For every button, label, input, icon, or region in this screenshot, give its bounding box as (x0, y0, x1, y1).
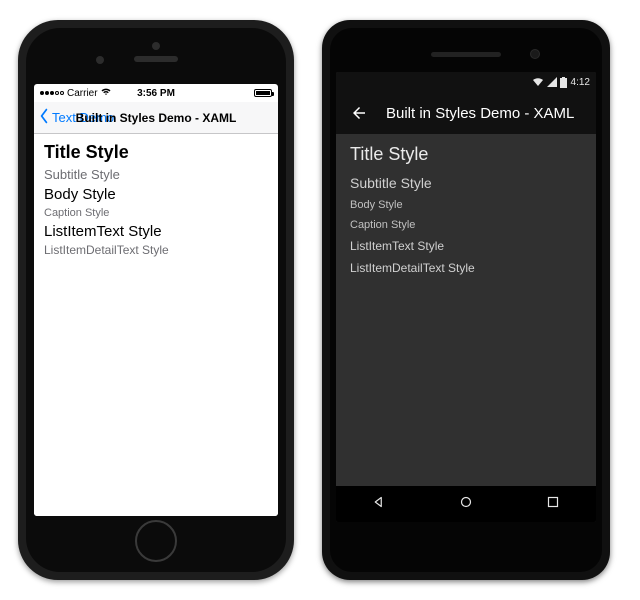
label-title-style: Title Style (44, 142, 268, 163)
android-content-area[interactable]: Title Style Subtitle Style Body Style Ca… (336, 134, 596, 486)
android-speaker-icon (431, 52, 501, 57)
iphone-speaker-icon (134, 56, 178, 62)
ios-status-right (254, 89, 272, 97)
label-subtitle-style: Subtitle Style (44, 167, 268, 182)
iphone-camera-icon (96, 56, 104, 64)
label-body-style: Body Style (44, 186, 268, 203)
android-status-bar: 4:12 (336, 72, 596, 92)
android-bezel: 4:12 Built in Styles Demo - XAML Title S… (330, 28, 602, 572)
label-title-style: Title Style (350, 144, 582, 165)
iphone-sensor-icon (152, 42, 160, 50)
label-subtitle-style: Subtitle Style (350, 175, 582, 191)
ios-status-left: Carrier (40, 88, 111, 99)
nav-recent-button[interactable] (544, 493, 562, 516)
carrier-label: Carrier (67, 88, 98, 99)
back-button[interactable] (350, 104, 368, 122)
android-app-bar: Built in Styles Demo - XAML (336, 92, 596, 134)
android-screen: 4:12 Built in Styles Demo - XAML Title S… (336, 72, 596, 522)
iphone-device-frame: Carrier 3:56 PM Text (18, 20, 294, 580)
label-body-style: Body Style (350, 199, 582, 211)
android-nav-bar (336, 486, 596, 522)
label-caption-style: Caption Style (44, 207, 268, 219)
wifi-icon (101, 88, 111, 99)
signal-icon (547, 77, 557, 87)
ios-content-area[interactable]: Title Style Subtitle Style Body Style Ca… (34, 134, 278, 516)
nav-home-button[interactable] (457, 493, 475, 516)
android-camera-icon (530, 49, 540, 59)
wifi-icon (532, 77, 544, 87)
ios-status-bar: Carrier 3:56 PM (34, 84, 278, 102)
ios-clock: 3:56 PM (137, 88, 175, 99)
iphone-bezel: Carrier 3:56 PM Text (26, 28, 286, 572)
android-device-frame: 4:12 Built in Styles Demo - XAML Title S… (322, 20, 610, 580)
battery-icon (560, 77, 567, 88)
label-listitemdetailtext-style: ListItemDetailText Style (350, 261, 582, 275)
home-button[interactable] (135, 520, 177, 562)
signal-dots-icon (40, 91, 64, 95)
android-clock: 4:12 (571, 77, 590, 88)
android-status-icons (532, 77, 567, 88)
page-title: Built in Styles Demo - XAML (386, 105, 574, 122)
ios-nav-bar: Text Demo Built in Styles Demo - XAML (34, 102, 278, 134)
page-title: Built in Styles Demo - XAML (76, 111, 237, 125)
label-caption-style: Caption Style (350, 219, 582, 231)
device-comparison-stage: Carrier 3:56 PM Text (0, 0, 640, 600)
label-listitemtext-style: ListItemText Style (350, 239, 582, 253)
nav-back-button[interactable] (370, 493, 388, 516)
label-listitemdetailtext-style: ListItemDetailText Style (44, 243, 268, 257)
chevron-left-icon (38, 108, 50, 127)
battery-icon (254, 89, 272, 97)
label-listitemtext-style: ListItemText Style (44, 223, 268, 240)
iphone-screen: Carrier 3:56 PM Text (34, 84, 278, 516)
